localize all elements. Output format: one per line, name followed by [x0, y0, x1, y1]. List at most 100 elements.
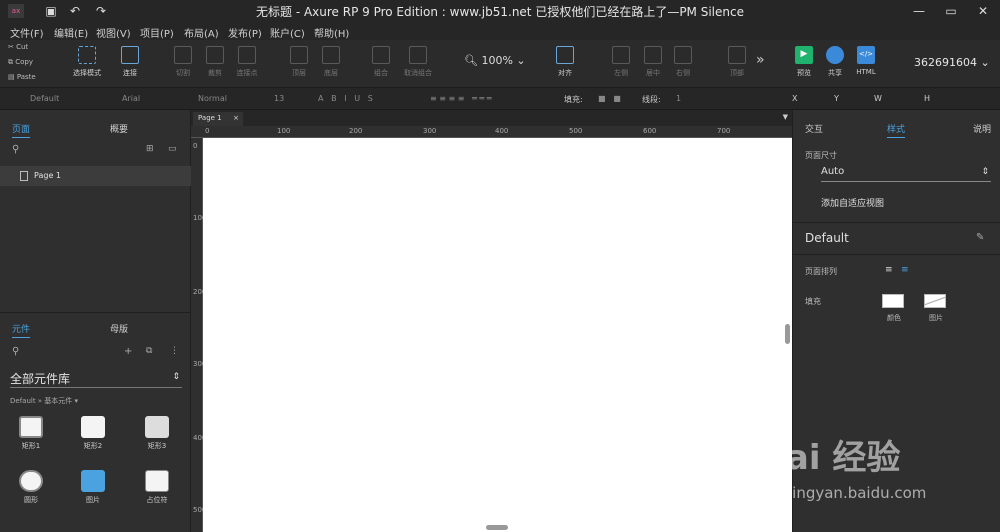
- fill-color-icon[interactable]: ■ ■: [598, 94, 621, 103]
- tab-pages[interactable]: 页面: [12, 122, 31, 138]
- close-tab-icon[interactable]: ×: [233, 114, 239, 122]
- page-size-select[interactable]: Auto ⇕: [821, 166, 991, 182]
- ruler-tick: 300: [423, 127, 437, 135]
- crop-icon: [206, 46, 224, 64]
- h-label: H: [924, 94, 931, 103]
- align-left-button[interactable]: 左侧: [606, 46, 636, 78]
- menu-view[interactable]: 视图(V): [96, 25, 131, 40]
- send-bottom-button[interactable]: 底层: [316, 46, 346, 78]
- menu-publish[interactable]: 发布(P): [228, 25, 262, 40]
- fill-label: 填充: [805, 297, 821, 306]
- add-page-icon[interactable]: ⊞: [146, 144, 154, 154]
- paste-button[interactable]: ▤ Paste: [8, 73, 36, 81]
- library-select[interactable]: 全部元件库 ⇕: [10, 370, 182, 388]
- tab-outline[interactable]: 概要: [110, 122, 128, 135]
- library-copy-icon[interactable]: ⧉: [146, 346, 152, 356]
- menu-account[interactable]: 账户(C): [270, 25, 305, 40]
- group-button[interactable]: 组合: [366, 46, 396, 78]
- add-folder-icon[interactable]: ▭: [168, 144, 177, 154]
- copy-button[interactable]: ⧉ Copy: [8, 58, 33, 67]
- more-tools-icon[interactable]: »: [756, 52, 765, 68]
- ungroup-button[interactable]: 取消组合: [398, 46, 438, 78]
- tab-notes[interactable]: 说明: [973, 122, 991, 135]
- widget-rect3[interactable]: 矩形3: [132, 416, 182, 451]
- tab-interaction[interactable]: 交互: [805, 122, 823, 135]
- horizontal-scrollbar[interactable]: [486, 525, 508, 530]
- ruler-tick: 600: [643, 127, 657, 135]
- connect-point-button[interactable]: 连接点: [230, 46, 264, 78]
- weight-select[interactable]: Normal: [198, 94, 227, 103]
- line-width-input[interactable]: 1: [676, 94, 681, 103]
- vertical-scrollbar[interactable]: [785, 324, 790, 344]
- align-top-button[interactable]: 顶部: [722, 46, 752, 78]
- image-label: 图片: [929, 314, 943, 322]
- select-mode-button[interactable]: 选择模式: [62, 46, 112, 78]
- rectangle-icon: [19, 416, 43, 438]
- minimize-icon[interactable]: —: [912, 4, 926, 18]
- tab-widgets[interactable]: 元件: [12, 322, 31, 338]
- bring-front-icon: [290, 46, 308, 64]
- tabs-dropdown-icon[interactable]: ▼: [783, 113, 788, 121]
- align-center-icon[interactable]: ≡: [901, 265, 909, 275]
- search-icon[interactable]: ⚲: [12, 144, 19, 155]
- share-button[interactable]: 共享: [820, 46, 850, 78]
- window-title: 无标题 - Axure RP 9 Pro Edition : www.jb51.…: [256, 5, 744, 19]
- align-right-button[interactable]: 右侧: [668, 46, 698, 78]
- widget-search-icon[interactable]: ⚲: [12, 346, 19, 357]
- maximize-icon[interactable]: ▭: [944, 4, 958, 18]
- default-style-label: Default: [805, 231, 849, 245]
- menu-bar: 文件(F) 编辑(E) 视图(V) 项目(P) 布局(A) 发布(P) 账户(C…: [0, 22, 1000, 40]
- add-library-icon[interactable]: +: [124, 346, 132, 357]
- html-button[interactable]: </> HTML: [852, 46, 880, 76]
- tab-masters[interactable]: 母版: [110, 322, 128, 335]
- menu-help[interactable]: 帮助(H): [314, 25, 349, 40]
- tab-style[interactable]: 样式: [887, 122, 906, 138]
- connect-button[interactable]: 连接: [112, 46, 148, 78]
- edit-style-icon[interactable]: ✎: [976, 232, 984, 243]
- widget-rect2[interactable]: 矩形2: [68, 416, 118, 451]
- y-label: Y: [834, 94, 839, 103]
- align-top-icon: [728, 46, 746, 64]
- page-tab[interactable]: Page 1 ×: [193, 112, 243, 126]
- library-breadcrumb[interactable]: Default » 基本元件 ▾: [10, 396, 78, 406]
- page-list-item[interactable]: Page 1: [0, 166, 191, 186]
- fill-color-swatch[interactable]: [882, 294, 904, 308]
- design-canvas[interactable]: [203, 138, 792, 532]
- align-button[interactable]: 对齐: [548, 46, 582, 78]
- account-menu[interactable]: 362691604 ⌄: [914, 56, 990, 69]
- zoom-select[interactable]: 🔍︎ 100% ⌄: [464, 54, 526, 67]
- preview-button[interactable]: ▶ 预览: [790, 46, 818, 78]
- crop-button[interactable]: 裁剪: [200, 46, 230, 78]
- size-select[interactable]: 13: [274, 94, 284, 103]
- font-select[interactable]: Arial: [122, 94, 140, 103]
- bring-top-button[interactable]: 顶层: [284, 46, 314, 78]
- menu-layout[interactable]: 布局(A): [184, 25, 219, 40]
- cloud-icon: [826, 46, 844, 64]
- text-format-icons[interactable]: A B I U S: [318, 94, 373, 103]
- select-mode-icon: [78, 46, 96, 64]
- add-adaptive-view-link[interactable]: 添加自适应视图: [821, 196, 884, 209]
- align-center-button[interactable]: 居中: [638, 46, 668, 78]
- widget-rect1[interactable]: 矩形1: [6, 416, 56, 451]
- widget-placeholder[interactable]: 占位符: [132, 470, 182, 505]
- fill-label: 填充:: [564, 95, 583, 104]
- rectangle-icon: [81, 416, 105, 438]
- style-select[interactable]: Default: [30, 94, 59, 103]
- menu-project[interactable]: 项目(P): [140, 25, 174, 40]
- align-left-icon: [612, 46, 630, 64]
- cut-button[interactable]: ✂ Cut: [8, 43, 28, 51]
- ruler-tick: 700: [717, 127, 731, 135]
- watermark-url: jingyan.baidu.com: [788, 484, 927, 502]
- ruler-tick: 0: [205, 127, 210, 135]
- fill-image-swatch[interactable]: [924, 294, 946, 308]
- align-left-icon[interactable]: ≡: [885, 265, 893, 275]
- more-options-icon[interactable]: ⋮: [170, 346, 179, 356]
- text-align-icons[interactable]: ≡ ≡ ≡ ≡ ═ ═ ═: [430, 94, 492, 103]
- ruler-tick: 500: [569, 127, 583, 135]
- cut-tool-button[interactable]: 切割: [168, 46, 198, 78]
- menu-file[interactable]: 文件(F): [10, 25, 44, 40]
- menu-edit[interactable]: 编辑(E): [54, 25, 88, 40]
- close-icon[interactable]: ✕: [976, 4, 990, 18]
- widget-image[interactable]: 图片: [68, 470, 118, 505]
- widget-circle[interactable]: 圆形: [6, 470, 56, 505]
